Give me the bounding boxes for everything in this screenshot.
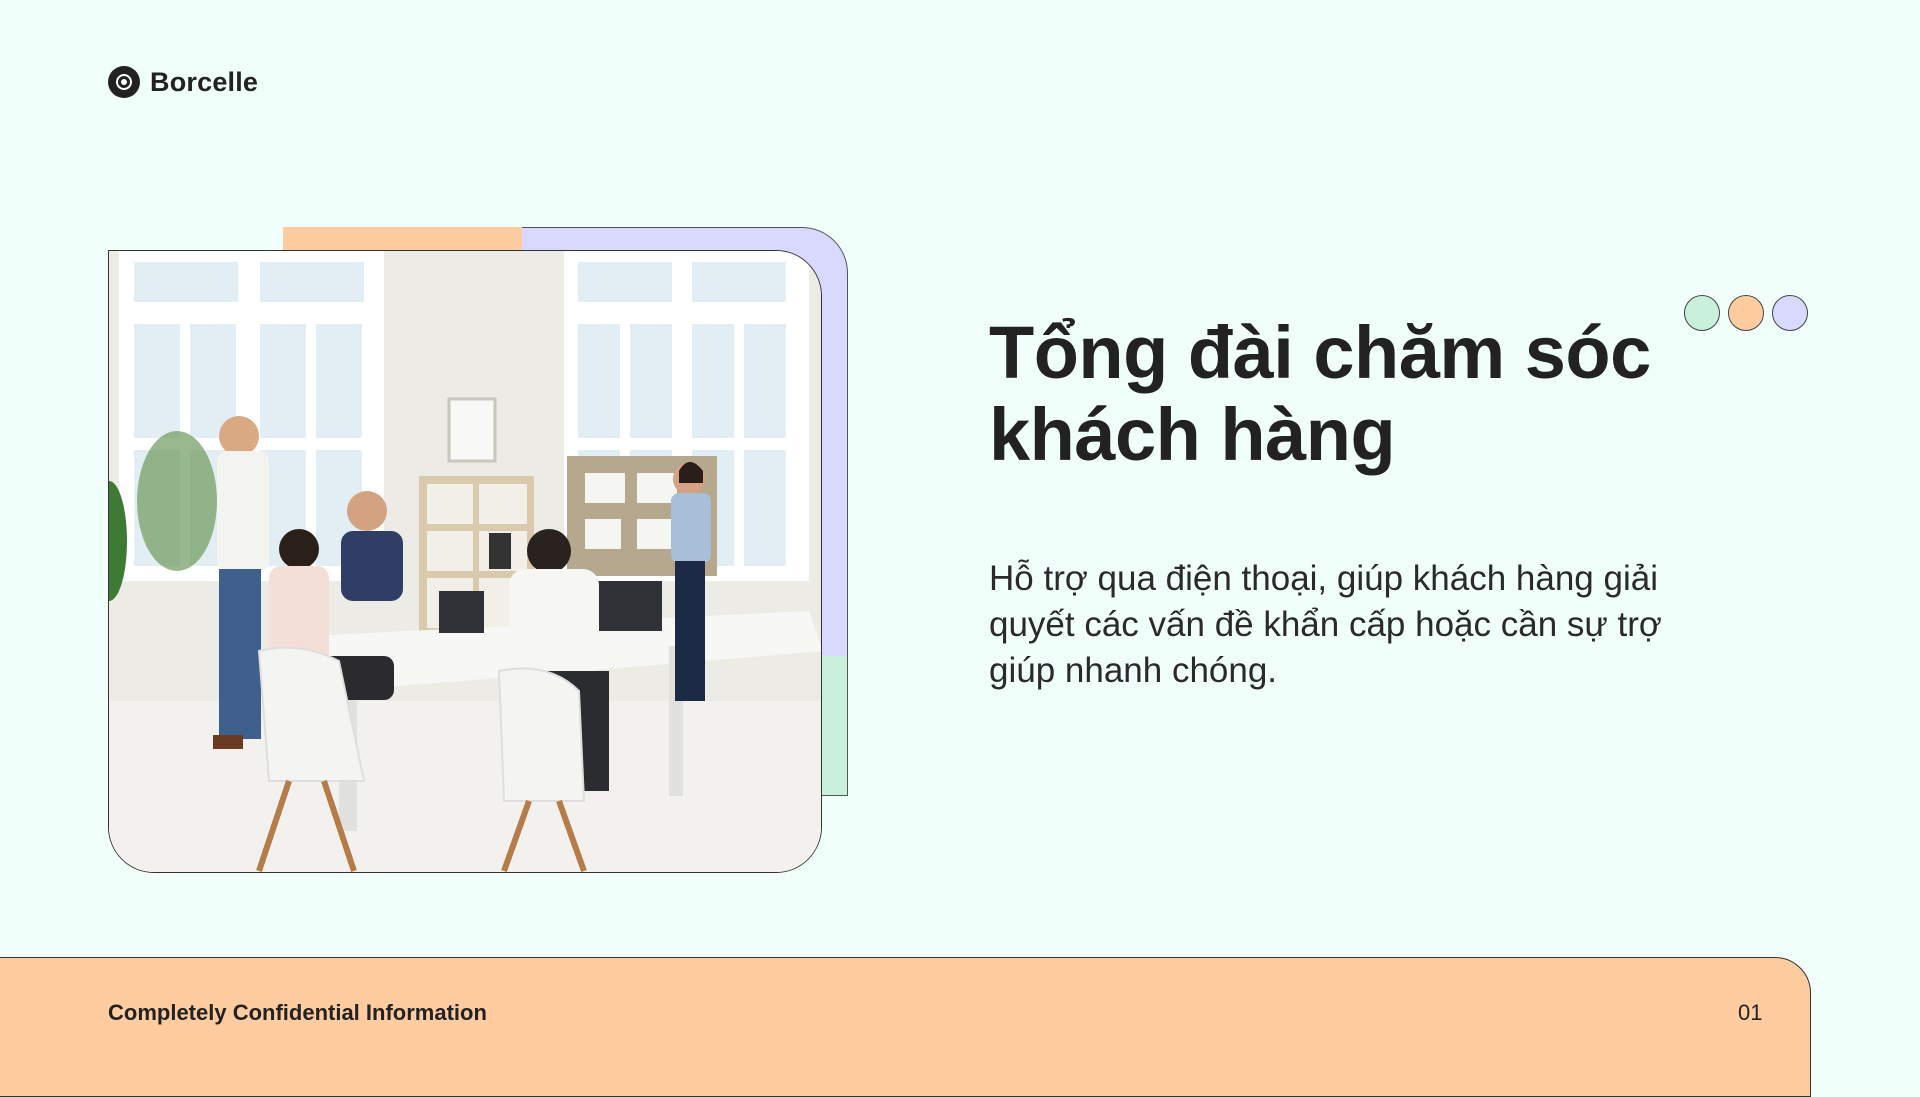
decor-dot-mint bbox=[1684, 295, 1720, 331]
brand: Borcelle bbox=[108, 66, 258, 98]
decor-dots bbox=[1684, 295, 1808, 331]
decor-dot-lavender bbox=[1772, 295, 1808, 331]
footer-bar bbox=[0, 957, 1811, 1097]
office-meeting-photo bbox=[108, 250, 822, 873]
brand-name: Borcelle bbox=[150, 66, 259, 97]
page-number: 01 bbox=[1738, 1000, 1763, 1025]
decor-mint-block bbox=[822, 656, 848, 796]
page-description: Hỗ trợ qua điện thoại, giúp khách hàng g… bbox=[989, 559, 1662, 690]
target-icon bbox=[108, 66, 140, 98]
page-title: Tổng đài chăm sóc khách hàng bbox=[989, 311, 1651, 476]
decor-dot-peach bbox=[1728, 295, 1764, 331]
footer-confidential-text: Completely Confidential Information bbox=[108, 1000, 487, 1025]
